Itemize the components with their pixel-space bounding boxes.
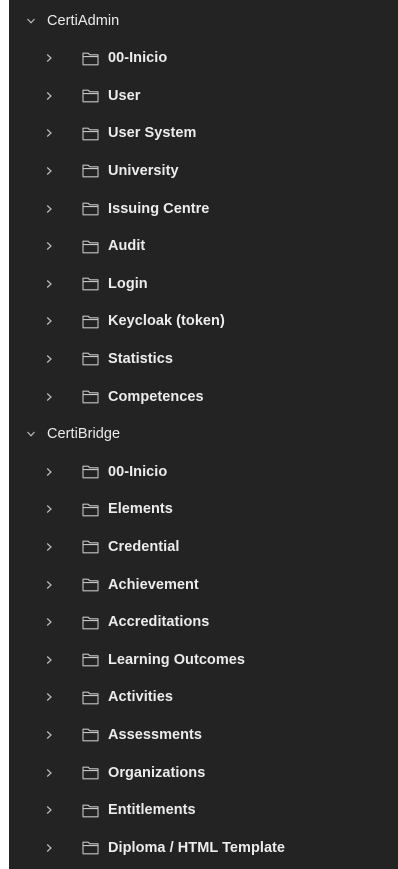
chevron-right-icon[interactable] xyxy=(43,240,55,252)
folder-row[interactable]: 00-Inicio xyxy=(9,453,398,490)
chevron-right-icon[interactable] xyxy=(43,541,55,553)
folder-row[interactable]: Activities xyxy=(9,679,398,716)
folder-name: Achievement xyxy=(108,576,199,593)
collection-name: CertiBridge xyxy=(47,426,121,443)
folder-icon xyxy=(82,351,102,367)
folder-name: Accreditations xyxy=(108,614,210,631)
folder-name: User System xyxy=(108,125,197,142)
folder-row[interactable]: User xyxy=(9,77,398,114)
folder-icon xyxy=(82,276,102,292)
chevron-right-icon[interactable] xyxy=(43,691,55,703)
folder-row[interactable]: Issuing Centre xyxy=(9,190,398,227)
folder-name: 00-Inicio xyxy=(108,463,168,480)
folder-row[interactable]: Assessments xyxy=(9,716,398,753)
folder-icon xyxy=(82,727,102,743)
folder-name: Activities xyxy=(108,689,173,706)
chevron-right-icon[interactable] xyxy=(43,804,55,816)
chevron-down-icon[interactable] xyxy=(25,428,37,440)
folder-row[interactable]: Achievement xyxy=(9,566,398,603)
folder-icon xyxy=(82,88,102,104)
chevron-right-icon[interactable] xyxy=(43,203,55,215)
chevron-right-icon[interactable] xyxy=(43,353,55,365)
folder-name: Elements xyxy=(108,501,173,518)
folder-icon xyxy=(82,802,102,818)
folder-name: User xyxy=(108,87,141,104)
folder-icon xyxy=(82,614,102,630)
folder-row[interactable]: Diploma / HTML Template xyxy=(9,829,398,866)
folder-icon xyxy=(82,125,102,141)
folder-name: University xyxy=(108,162,179,179)
folder-name: Diploma / HTML Template xyxy=(108,839,286,856)
chevron-right-icon[interactable] xyxy=(43,165,55,177)
chevron-right-icon[interactable] xyxy=(43,90,55,102)
folder-row[interactable]: Statistics xyxy=(9,340,398,377)
chevron-right-icon[interactable] xyxy=(43,52,55,64)
folder-icon xyxy=(82,313,102,329)
folder-row[interactable]: Organizations xyxy=(9,754,398,791)
folder-icon xyxy=(82,389,102,405)
folder-icon xyxy=(82,577,102,593)
folder-icon xyxy=(82,840,102,856)
folder-row[interactable]: Keycloak (token) xyxy=(9,303,398,340)
chevron-right-icon[interactable] xyxy=(43,616,55,628)
folder-name: Statistics xyxy=(108,350,173,367)
chevron-right-icon[interactable] xyxy=(43,315,55,327)
folder-name: Competences xyxy=(108,388,204,405)
folder-name: Audit xyxy=(108,238,146,255)
folder-name: Credential xyxy=(108,538,180,555)
folder-name: Login xyxy=(108,275,148,292)
chevron-right-icon[interactable] xyxy=(43,278,55,290)
chevron-right-icon[interactable] xyxy=(43,579,55,591)
folder-icon xyxy=(82,539,102,555)
collection-name: CertiAdmin xyxy=(47,12,120,29)
chevron-right-icon[interactable] xyxy=(43,466,55,478)
folder-icon xyxy=(82,464,102,480)
folder-icon xyxy=(82,652,102,668)
chevron-right-icon[interactable] xyxy=(43,842,55,854)
folder-name: Organizations xyxy=(108,764,206,781)
folder-name: Keycloak (token) xyxy=(108,313,225,330)
folder-name: Entitlements xyxy=(108,802,196,819)
folder-icon xyxy=(82,765,102,781)
chevron-right-icon[interactable] xyxy=(43,654,55,666)
folder-name: Learning Outcomes xyxy=(108,651,246,668)
folder-name: Assessments xyxy=(108,726,203,743)
folder-row[interactable]: Accreditations xyxy=(9,604,398,641)
folder-icon xyxy=(82,50,102,66)
chevron-right-icon[interactable] xyxy=(43,391,55,403)
folder-row[interactable]: Credential xyxy=(9,528,398,565)
folder-icon xyxy=(82,501,102,517)
chevron-right-icon[interactable] xyxy=(43,503,55,515)
folder-row[interactable]: Login xyxy=(9,265,398,302)
folder-row[interactable]: Competences xyxy=(9,378,398,415)
folder-row[interactable]: Audit xyxy=(9,228,398,265)
folder-row[interactable]: University xyxy=(9,152,398,189)
folder-name: Issuing Centre xyxy=(108,200,210,217)
folder-name: 00-Inicio xyxy=(108,50,168,67)
chevron-down-icon[interactable] xyxy=(25,15,37,27)
chevron-right-icon[interactable] xyxy=(43,127,55,139)
folder-icon xyxy=(82,163,102,179)
folder-row[interactable]: 00-Inicio xyxy=(9,40,398,77)
folder-icon xyxy=(82,238,102,254)
chevron-right-icon[interactable] xyxy=(43,767,55,779)
folder-row[interactable]: User System xyxy=(9,115,398,152)
folder-row[interactable]: Learning Outcomes xyxy=(9,641,398,678)
folder-icon xyxy=(82,201,102,217)
collection-row[interactable]: CertiBridge xyxy=(9,416,398,453)
collection-row[interactable]: CertiAdmin xyxy=(9,2,398,39)
folder-row[interactable]: Elements xyxy=(9,491,398,528)
folder-icon xyxy=(82,689,102,705)
chevron-right-icon[interactable] xyxy=(43,729,55,741)
collections-sidebar: CertiAdmin 00-Inicio User User System Univer… xyxy=(9,0,398,869)
folder-row[interactable]: Entitlements xyxy=(9,792,398,829)
